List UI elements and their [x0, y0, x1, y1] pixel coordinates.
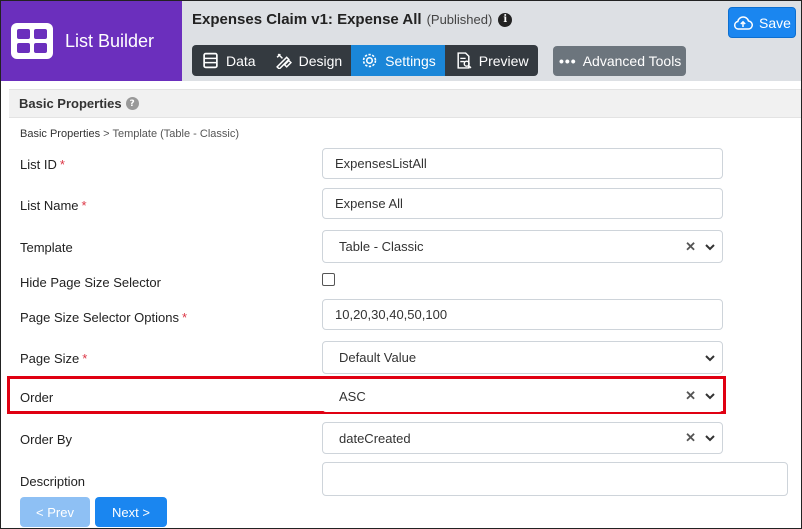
order-by-label: Order By [20, 432, 73, 447]
order-row: Order ASC ✕ [20, 380, 780, 413]
table-icon [203, 52, 218, 69]
breadcrumb-root[interactable]: Basic Properties [20, 128, 100, 140]
tab-label: Settings [385, 52, 436, 69]
hide-page-size-checkbox[interactable] [322, 273, 335, 286]
breadcrumb-separator: > [103, 128, 110, 140]
app-window: List Builder Expenses Claim v1: Expense … [0, 0, 802, 529]
save-button[interactable]: Save [728, 7, 796, 38]
tab-data[interactable]: Data [192, 45, 265, 76]
list-name-field[interactable]: Expense All [322, 188, 723, 219]
preview-document-icon [457, 52, 472, 69]
brand: List Builder [1, 1, 182, 81]
title-row: Expenses Claim v1: Expense All (Publishe… [192, 11, 513, 28]
chevron-down-icon[interactable] [704, 241, 716, 253]
list-name-row: List Name * Expense All [20, 188, 780, 219]
chevron-down-icon[interactable] [704, 432, 716, 444]
page-size-options-field[interactable]: 10,20,30,40,50,100 [322, 299, 723, 330]
save-label: Save [759, 14, 791, 31]
clear-icon[interactable]: ✕ [685, 388, 696, 404]
description-textarea[interactable] [322, 462, 788, 496]
tab-label: Preview [478, 52, 529, 69]
list-name-label: List Name * [20, 198, 87, 213]
prev-button[interactable]: < Prev [20, 497, 90, 527]
section-title: Basic Properties [19, 96, 122, 111]
page-size-select[interactable]: Default Value [322, 341, 723, 374]
page-size-options-label: Page Size Selector Options * [20, 310, 188, 325]
brand-label: List Builder [65, 30, 155, 51]
advanced-tools-label: Advanced Tools [582, 53, 682, 69]
hide-page-size-row: Hide Page Size Selector [20, 272, 780, 294]
chevron-down-icon[interactable] [704, 390, 716, 402]
tab-label: Design [298, 52, 343, 69]
top-header: List Builder Expenses Claim v1: Expense … [1, 1, 801, 81]
order-select[interactable]: ASC ✕ [322, 380, 723, 412]
clear-icon[interactable]: ✕ [685, 239, 696, 255]
template-row: Template Table - Classic ✕ [20, 230, 780, 263]
list-builder-logo-icon [11, 23, 53, 59]
order-by-select[interactable]: dateCreated ✕ [322, 422, 723, 454]
order-label: Order [20, 390, 54, 405]
page-size-row: Page Size * Default Value [20, 341, 780, 374]
design-tools-icon [275, 53, 292, 69]
description-label: Description [20, 474, 86, 489]
basic-properties-section-header: Basic Properties ? [9, 89, 801, 118]
tab-preview[interactable]: Preview [445, 45, 538, 76]
tab-bar: Data Design Settings Preview [192, 45, 538, 76]
chevron-down-icon[interactable] [704, 352, 716, 364]
template-select[interactable]: Table - Classic ✕ [322, 230, 723, 263]
tab-design[interactable]: Design [265, 45, 352, 76]
breadcrumb-current: Template (Table - Classic) [112, 128, 239, 140]
gear-icon [362, 53, 377, 68]
tab-label: Data [226, 52, 256, 69]
list-id-row: List ID * ExpensesListAll [20, 148, 780, 179]
info-icon[interactable]: i [498, 12, 513, 27]
advanced-tools-button[interactable]: ••• Advanced Tools [553, 46, 686, 76]
page-size-label: Page Size * [20, 351, 88, 366]
template-label: Template [20, 240, 73, 255]
more-dots-icon: ••• [559, 53, 577, 69]
next-button[interactable]: Next > [95, 497, 167, 527]
tab-settings[interactable]: Settings [351, 45, 445, 76]
list-id-label: List ID * [20, 157, 65, 172]
breadcrumb: Basic Properties > Template (Table - Cla… [20, 128, 239, 140]
order-by-row: Order By dateCreated ✕ [20, 422, 780, 454]
publish-status: (Published) [426, 12, 493, 27]
clear-icon[interactable]: ✕ [685, 430, 696, 446]
description-row: Description [20, 462, 788, 496]
list-id-field[interactable]: ExpensesListAll [322, 148, 723, 179]
help-icon[interactable]: ? [125, 97, 139, 110]
page-size-options-row: Page Size Selector Options * 10,20,30,40,… [20, 299, 780, 330]
cloud-upload-icon [734, 15, 754, 30]
page-title: Expenses Claim v1: Expense All [192, 11, 422, 28]
hide-page-size-label: Hide Page Size Selector [20, 275, 161, 290]
